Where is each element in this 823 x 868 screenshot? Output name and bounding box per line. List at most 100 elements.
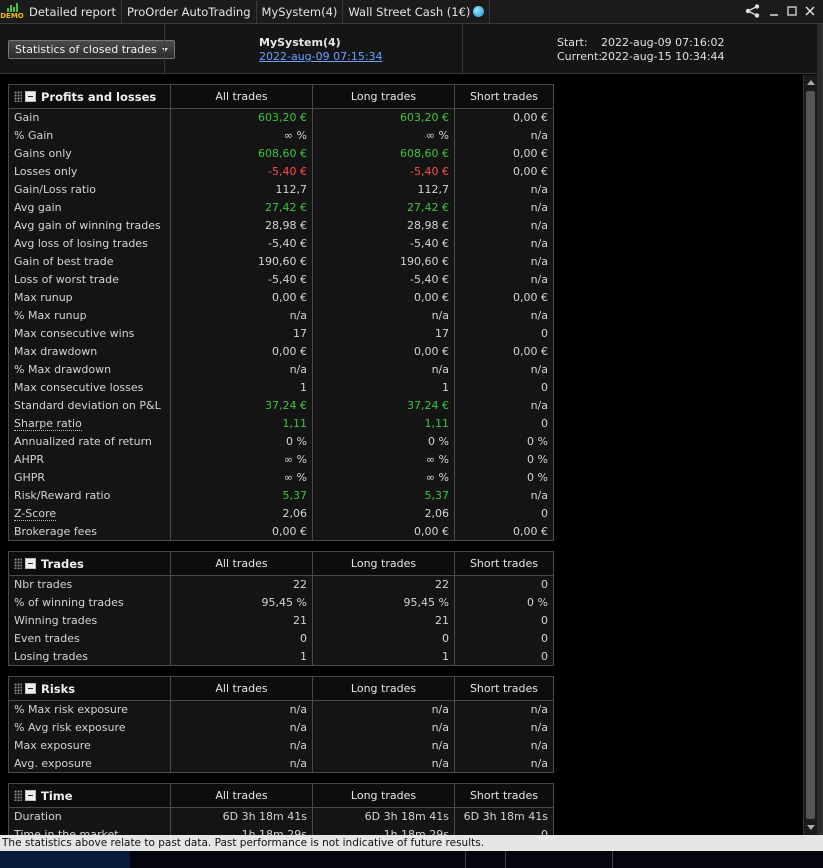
row-label: Even trades: [8, 629, 171, 648]
scroll-up-icon[interactable]: [807, 80, 815, 85]
header-divider: [164, 24, 165, 74]
value-short-text: 0: [541, 827, 548, 835]
value-all: n/a: [170, 306, 313, 325]
share-icon[interactable]: [745, 3, 761, 21]
value-short: 0,00 €: [454, 144, 554, 163]
table-row: Losses only -5,40 € -5,40 € 0,00 €: [8, 162, 554, 181]
value-all-text: ∞ %: [283, 129, 307, 142]
table-row: % Max runup n/a n/a n/a: [8, 306, 554, 325]
section-header[interactable]: Trades: [8, 551, 171, 576]
column-header-short: Short trades: [454, 551, 554, 576]
value-short: 0: [454, 575, 554, 594]
row-label-text: % Max drawdown: [14, 363, 112, 376]
row-label-text: Standard deviation on P&L: [14, 399, 161, 412]
value-long: n/a: [312, 718, 455, 737]
row-label: GHPR: [8, 468, 171, 487]
vertical-scrollbar[interactable]: [803, 75, 817, 835]
row-label-text: Nbr trades: [14, 578, 73, 592]
value-all-text: 0,00 €: [272, 524, 307, 538]
table-row: Gain 603,20 € 603,20 € 0,00 €: [8, 108, 554, 127]
row-label: Loss of worst trade: [8, 270, 171, 289]
table-row: Gain of best trade 190,60 € 190,60 € n/a: [8, 252, 554, 271]
table-row: % Max risk exposure n/a n/a n/a: [8, 700, 554, 719]
value-long: 190,60 €: [312, 252, 455, 271]
time-info: Start: 2022-aug-09 07:16:02 Current: 2022-…: [557, 36, 725, 64]
value-short-text: 0: [541, 632, 548, 645]
trades-table: Trades All trades Long trades Short trad…: [8, 551, 554, 666]
row-label-text: Gain/Loss ratio: [14, 183, 96, 196]
row-label-text: % Avg risk exposure: [14, 721, 126, 734]
value-all-text: ∞ %: [283, 453, 307, 466]
value-all: n/a: [170, 360, 313, 379]
maximize-icon[interactable]: [787, 5, 797, 19]
scrollbar-thumb[interactable]: [806, 91, 815, 819]
value-all: 0,00 €: [170, 342, 313, 361]
column-header-long: Long trades: [312, 676, 455, 701]
time-table: Time All trades Long trades Short trades…: [8, 783, 554, 835]
row-label-text: Avg gain: [14, 201, 62, 214]
drag-handle-icon[interactable]: [14, 682, 22, 694]
row-label-text: Brokerage fees: [14, 524, 97, 538]
value-long: 0,00 €: [312, 342, 455, 361]
value-all: n/a: [170, 718, 313, 737]
collapse-icon[interactable]: [25, 682, 36, 694]
section-title: Trades: [41, 556, 84, 571]
drag-handle-icon[interactable]: [14, 90, 22, 102]
statistics-dropdown[interactable]: Statistics of closed trades: [8, 40, 175, 59]
collapse-icon[interactable]: [25, 90, 36, 102]
value-long: 2,06: [312, 504, 455, 523]
drag-handle-icon[interactable]: [14, 789, 22, 801]
scroll-down-icon[interactable]: [807, 825, 815, 830]
tab-mysystem[interactable]: MySystem(4): [257, 0, 344, 24]
column-header-long: Long trades: [312, 84, 455, 109]
table-row: Max runup 0,00 € 0,00 € 0,00 €: [8, 288, 554, 307]
value-short-text: 0 %: [527, 596, 548, 609]
system-date-link[interactable]: 2022-aug-09 07:15:34: [259, 50, 383, 63]
value-all-text: n/a: [289, 309, 307, 322]
value-short-text: n/a: [530, 721, 548, 734]
collapse-icon[interactable]: [25, 789, 36, 801]
tab-proorder-autotrading[interactable]: ProOrder AutoTrading: [122, 0, 257, 24]
row-label-text: Max exposure: [14, 739, 91, 752]
value-short-text: 0 %: [527, 471, 548, 484]
value-short: 0,00 €: [454, 108, 554, 127]
value-long: n/a: [312, 736, 455, 755]
value-all-text: 17: [293, 327, 307, 340]
value-short-text: 0: [541, 381, 548, 394]
value-short: 0: [454, 647, 554, 666]
row-label: Max runup: [8, 288, 171, 307]
drag-handle-icon[interactable]: [14, 557, 22, 569]
value-all: 27,42 €: [170, 198, 313, 217]
value-long-text: n/a: [431, 739, 449, 752]
tab-detailed-report[interactable]: Detailed report: [24, 0, 123, 24]
value-short: n/a: [454, 396, 554, 415]
table-row: % of winning trades 95,45 % 95,45 % 0 %: [8, 593, 554, 612]
value-all-text: 603,20 €: [258, 111, 307, 125]
chart-fragment: [0, 851, 130, 868]
value-long: 112,7: [312, 180, 455, 199]
value-long: 95,45 %: [312, 593, 455, 612]
value-all: 22: [170, 575, 313, 594]
value-long: 1: [312, 378, 455, 397]
value-long-text: 95,45 %: [403, 596, 449, 609]
section-title: Time: [41, 788, 73, 803]
section-header[interactable]: Risks: [8, 676, 171, 701]
minimize-icon[interactable]: [769, 5, 779, 19]
value-long: 6D 3h 18m 41s: [312, 807, 455, 826]
value-short-text: 0,00 €: [513, 345, 548, 358]
value-short-text: 0,00 €: [513, 291, 548, 304]
value-long-text: 190,60 €: [400, 255, 449, 268]
value-long-text: -5,40 €: [410, 237, 449, 250]
value-all-text: n/a: [289, 703, 307, 717]
section-header[interactable]: Profits and losses: [8, 84, 171, 109]
value-all: 2,06: [170, 504, 313, 523]
value-all: 0: [170, 629, 313, 648]
table-row: % Avg risk exposure n/a n/a n/a: [8, 718, 554, 737]
value-short: 0 %: [454, 593, 554, 612]
collapse-icon[interactable]: [25, 557, 36, 569]
value-all: n/a: [170, 754, 313, 773]
tab-wall-street-cash[interactable]: Wall Street Cash (1€): [343, 0, 491, 24]
value-short-text: n/a: [530, 183, 548, 196]
section-header[interactable]: Time: [8, 783, 171, 808]
close-icon[interactable]: [805, 5, 815, 19]
